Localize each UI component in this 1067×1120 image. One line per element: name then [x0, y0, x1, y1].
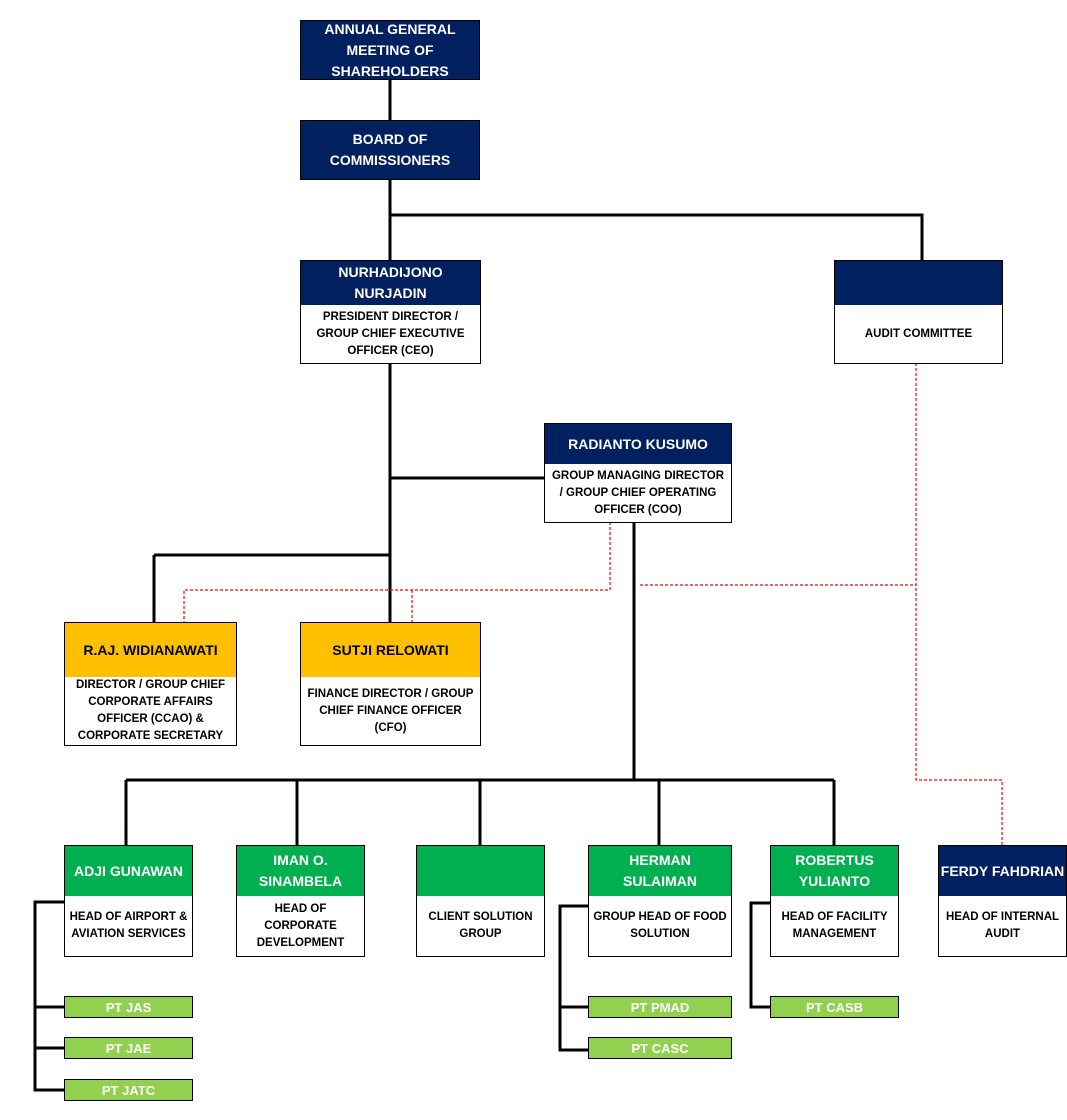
subsidiary-pt-jas: PT JAS: [64, 996, 193, 1018]
solid-connector: [558, 904, 588, 1052]
audit-committee-box: AUDIT COMMITTEE: [834, 260, 1003, 364]
cfo-role: FINANCE DIRECTOR / GROUP CHIEF FINANCE O…: [307, 687, 474, 734]
ccao-name: R.AJ. WIDIANAWATI: [65, 623, 236, 677]
subsidiary-pt-pmad: PT PMAD: [588, 996, 732, 1018]
client-solution-group-box: CLIENT SOLUTION GROUP: [416, 845, 545, 957]
head-food-solution-box: HERMAN SULAIMAN GROUP HEAD OF FOOD SOLUT…: [588, 845, 732, 957]
ceo-box: NURHADIJONO NURJADIN PRESIDENT DIRECTOR …: [300, 260, 481, 364]
head-name: ROBERTUS YULIANTO: [771, 846, 898, 896]
coo-role: GROUP MANAGING DIRECTOR / GROUP CHIEF OP…: [551, 469, 725, 516]
subsidiary-pt-jatc: PT JATC: [64, 1079, 193, 1101]
cfo-box: SUTJI RELOWATI FINANCE DIRECTOR / GROUP …: [300, 622, 481, 746]
audit-committee-role: AUDIT COMMITTEE: [864, 327, 973, 340]
ceo-name: NURHADIJONO NURJADIN: [301, 261, 480, 305]
head-facility-management-box: ROBERTUS YULIANTO HEAD OF FACILITY MANAG…: [770, 845, 899, 957]
subsidiary-pt-casb: PT CASB: [770, 996, 899, 1018]
ccao-role: DIRECTOR / GROUP CHIEF CORPORATE AFFAIRS…: [75, 679, 226, 742]
head-name: [417, 846, 544, 896]
head-name: IMAN O. SINAMBELA: [237, 846, 364, 896]
head-role: GROUP HEAD OF FOOD SOLUTION: [593, 911, 727, 940]
cfo-name: SUTJI RELOWATI: [301, 623, 480, 677]
head-role: HEAD OF FACILITY MANAGEMENT: [781, 911, 888, 940]
subsidiary-pt-casc: PT CASC: [588, 1037, 732, 1059]
solid-connector: [749, 901, 770, 1009]
head-corporate-development-box: IMAN O. SINAMBELA HEAD OF CORPORATE DEVE…: [236, 845, 365, 957]
head-role: HEAD OF CORPORATE DEVELOPMENT: [256, 902, 345, 949]
head-internal-audit-box: FERDY FAHDRIAN HEAD OF INTERNAL AUDIT: [938, 845, 1067, 957]
solid-connector: [33, 900, 64, 1092]
head-name: FERDY FAHDRIAN: [939, 846, 1066, 896]
head-role: HEAD OF INTERNAL AUDIT: [945, 911, 1060, 940]
dotted-connector: [183, 522, 611, 622]
head-role: HEAD OF AIRPORT & AVIATION SERVICES: [69, 911, 188, 940]
solid-connector: [152, 363, 544, 622]
audit-committee-name: [835, 261, 1002, 305]
ceo-role: PRESIDENT DIRECTOR / GROUP CHIEF EXECUTI…: [316, 310, 465, 357]
ccao-box: R.AJ. WIDIANAWATI DIRECTOR / GROUP CHIEF…: [64, 622, 237, 746]
agm-box: ANNUAL GENERAL MEETING OF SHAREHOLDERS: [300, 20, 480, 80]
boc-title: BOARD OF COMMISSIONERS: [301, 121, 479, 179]
head-name: ADJI GUNAWAN: [65, 846, 192, 896]
board-of-commissioners-box: BOARD OF COMMISSIONERS: [300, 120, 480, 180]
coo-name: RADIANTO KUSUMO: [545, 424, 731, 464]
subsidiary-pt-jae: PT JAE: [64, 1037, 193, 1059]
coo-box: RADIANTO KUSUMO GROUP MANAGING DIRECTOR …: [544, 423, 732, 523]
head-role: CLIENT SOLUTION GROUP: [428, 911, 533, 940]
head-name: HERMAN SULAIMAN: [589, 846, 731, 896]
head-airport-box: ADJI GUNAWAN HEAD OF AIRPORT & AVIATION …: [64, 845, 193, 957]
agm-title: ANNUAL GENERAL MEETING OF SHAREHOLDERS: [301, 21, 479, 79]
